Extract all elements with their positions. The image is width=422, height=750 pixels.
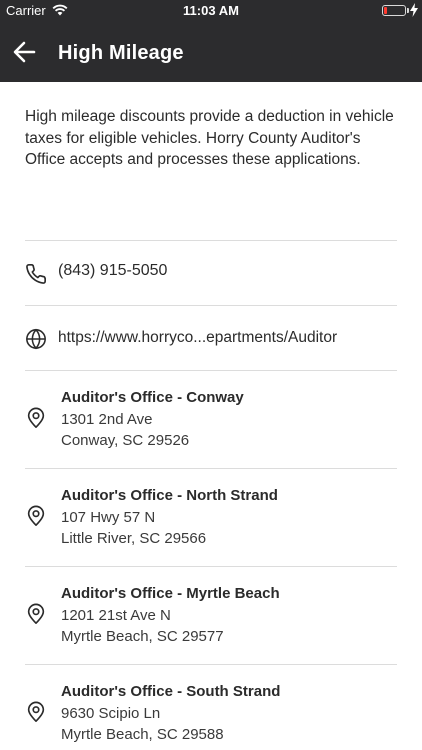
office-name: Auditor's Office - North Strand xyxy=(61,487,278,504)
website-row[interactable]: https://www.horryco...epartments/Auditor xyxy=(25,305,397,371)
nav-bar: High Mileage xyxy=(0,22,422,82)
website-link: https://www.horryco...epartments/Auditor xyxy=(58,329,338,346)
office-item[interactable]: Auditor's Office - North Strand 107 Hwy … xyxy=(25,468,397,566)
phone-row[interactable]: (843) 915-5050 xyxy=(25,240,397,306)
charging-bolt-icon xyxy=(410,3,418,17)
office-name: Auditor's Office - Myrtle Beach xyxy=(61,585,280,602)
office-item[interactable]: Auditor's Office - Myrtle Beach 1201 21s… xyxy=(25,566,397,664)
office-address: 9630 Scipio Ln xyxy=(61,704,161,722)
battery-icon xyxy=(382,5,406,16)
office-address: 107 Hwy 57 N xyxy=(61,508,156,526)
map-pin-icon xyxy=(27,505,45,526)
office-city: Myrtle Beach, SC 29588 xyxy=(61,726,224,743)
back-button[interactable] xyxy=(10,36,42,68)
map-pin-icon xyxy=(27,407,45,428)
office-city: Conway, SC 29526 xyxy=(61,432,190,449)
office-item[interactable]: Auditor's Office - Conway 1301 2nd Ave C… xyxy=(25,370,397,468)
office-item[interactable]: Auditor's Office - South Strand 9630 Sci… xyxy=(25,664,397,750)
globe-icon xyxy=(26,328,46,350)
office-address: 1301 2nd Ave xyxy=(61,410,153,428)
page-title: High Mileage xyxy=(58,42,184,64)
office-city: Little River, SC 29566 xyxy=(61,530,207,547)
office-address: 1201 21st Ave N xyxy=(61,606,171,624)
office-name: Auditor's Office - Conway xyxy=(61,389,244,406)
battery-tip xyxy=(407,8,409,13)
office-name: Auditor's Office - South Strand xyxy=(61,683,281,700)
map-pin-icon xyxy=(27,701,45,722)
clock: 11:03 AM xyxy=(183,3,239,18)
arrow-left-icon xyxy=(13,41,36,63)
office-city: Myrtle Beach, SC 29577 xyxy=(61,628,224,645)
intro-description: High mileage discounts provide a deducti… xyxy=(25,108,394,168)
phone-icon xyxy=(26,264,46,284)
phone-number: (843) 915-5050 xyxy=(58,262,168,279)
status-bar: Carrier 11:03 AM xyxy=(0,0,422,22)
map-pin-icon xyxy=(27,603,45,624)
